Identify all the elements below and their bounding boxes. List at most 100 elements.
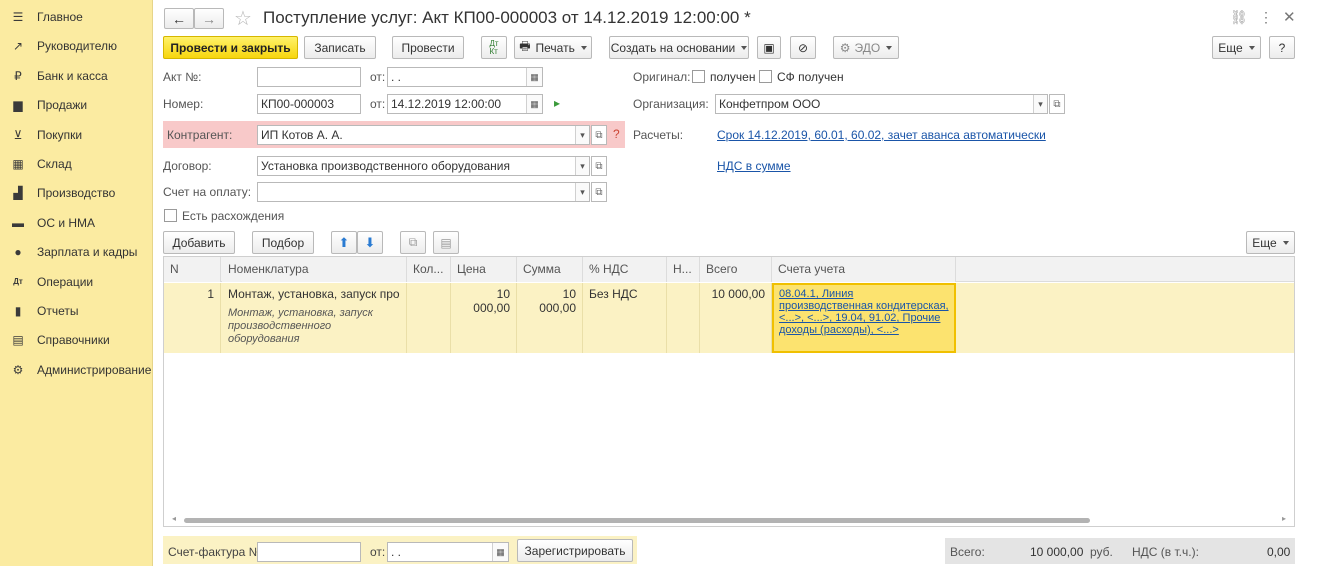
sf-received-checkbox[interactable] [759,70,772,83]
column-header-n[interactable]: N [164,257,221,282]
sidebar-item-label: Администрирование [37,362,152,377]
open-contractor-button[interactable]: ⧉ [591,125,607,145]
sidebar-item-label: Справочники [37,333,110,348]
scroll-right-icon[interactable]: ▸ [1282,514,1286,523]
scrollbar-thumb[interactable] [184,518,1090,523]
column-header-total[interactable]: Всего [700,257,772,282]
more-button[interactable]: Еще [1212,36,1261,59]
column-header-qty[interactable]: Кол... [407,257,451,282]
sidebar-item[interactable]: ☰ Главное [0,4,153,30]
sidebar-item[interactable]: ▦ Склад [0,151,153,177]
pick-button[interactable]: Подбор [252,231,314,254]
column-header-item[interactable]: Номенклатура [222,257,407,282]
dropdown-icon[interactable]: ▾ [575,157,589,175]
item-description: Монтаж, установка, запуск производственн… [228,307,373,345]
contractor-field[interactable]: ИП Котов А. А. ▾ [257,125,590,145]
open-invoice-button[interactable]: ⧉ [591,182,607,202]
table-more-button[interactable]: Еще [1246,231,1295,254]
organization-field[interactable]: Конфетпром ООО ▾ [715,94,1048,114]
bar-chart-icon: ▮ [14,304,22,318]
sf-date-field[interactable]: . . ▦ [387,542,509,562]
close-icon[interactable]: ✕ [1283,8,1296,26]
total-label: Всего: [950,545,985,559]
discrepancy-label: Есть расхождения [182,209,285,223]
add-row-button[interactable]: Добавить [163,231,235,254]
paste-row-button[interactable]: ▤ [433,231,459,254]
sidebar-item[interactable]: ▆ Продажи [0,92,153,118]
number-field[interactable]: КП00-000003 [257,94,361,114]
settlements-link[interactable]: Срок 14.12.2019, 60.01, 60.02, зачет ава… [717,128,1046,142]
sidebar-item[interactable]: ▮ Отчеты [0,298,153,324]
sidebar-item-label: Банк и касса [37,68,108,83]
create-based-button[interactable]: Создать на основании [609,36,749,59]
more-label: Еще [1218,40,1243,55]
move-up-button[interactable]: ⬆ [331,231,357,254]
accounts-link[interactable]: 08.04.1, Линия производственная кондитер… [779,288,949,336]
column-header-accounts[interactable]: Счета учета [772,257,956,282]
act-number-field[interactable] [257,67,361,87]
horizontal-scrollbar[interactable]: ◂ ▸ [172,514,1286,524]
dropdown-icon[interactable]: ▾ [1033,95,1047,113]
post-and-close-button[interactable]: Провести и закрыть [163,36,298,59]
date-field[interactable]: 14.12.2019 12:00:00 ▦ [387,94,543,114]
act-date-field[interactable]: . . ▦ [387,67,543,87]
edo-button[interactable]: ⚙ ЭДО [833,36,899,59]
move-down-button[interactable]: ⬇ [357,231,383,254]
edo-label: ЭДО [854,40,881,55]
sidebar-item-label: Производство [37,186,116,201]
sidebar-item[interactable]: ▟ Производство [0,180,153,206]
dt-kt-button[interactable]: Дт Кт [481,36,507,59]
column-header-vat[interactable]: Н... [667,257,700,282]
act-number-label: Акт №: [163,70,202,84]
column-header-price[interactable]: Цена [451,257,517,282]
favorite-star-icon[interactable]: ☆ [234,6,252,31]
print-button[interactable]: 🖶 Печать [514,36,592,59]
contract-field[interactable]: Установка производственного оборудования… [257,156,590,176]
post-button[interactable]: Провести [392,36,464,59]
link-icon[interactable]: ⛓ [1230,9,1248,26]
save-button[interactable]: Записать [304,36,376,59]
sidebar-item[interactable]: ↗ Руководителю [0,33,153,59]
dropdown-icon[interactable]: ▾ [575,126,589,144]
sidebar-item-label: Склад [37,157,72,171]
sidebar-item[interactable]: ⚙ Администрирование [0,357,153,383]
structure-button[interactable]: ▣ [757,36,781,59]
table-row[interactable]: 1 Монтаж, установка, запуск произ... Мон… [164,283,1294,353]
dropdown-icon[interactable]: ▾ [575,183,589,201]
sidebar-item[interactable]: ▬ ОС и НМА [0,210,153,236]
sidebar-item[interactable]: ₽ Банк и касса [0,63,153,89]
register-button[interactable]: Зарегистрировать [517,539,633,562]
calendar-icon[interactable]: ▦ [526,68,542,86]
sidebar-item[interactable]: Дт Операции [0,269,153,295]
scroll-left-icon[interactable]: ◂ [172,514,176,523]
cell-accounts[interactable]: 08.04.1, Линия производственная кондитер… [772,283,956,353]
invoice-field[interactable]: ▾ [257,182,590,202]
open-contract-button[interactable]: ⧉ [591,156,607,176]
invoice-label: Счет на оплату: [163,185,252,199]
open-icon: ⧉ [1053,98,1061,110]
column-header-vat-rate[interactable]: % НДС [583,257,667,282]
calendar-icon[interactable]: ▦ [492,543,508,561]
vat-mode-link[interactable]: НДС в сумме [717,159,791,173]
back-button[interactable]: ← [164,8,194,29]
sidebar-item[interactable]: ▤ Справочники [0,327,153,353]
help-button[interactable]: ? [1269,36,1295,59]
help-question-icon[interactable]: ? [613,127,620,141]
total-value: 10 000,00 [1030,545,1084,559]
calendar-icon[interactable]: ▦ [526,95,542,113]
sidebar-item[interactable]: ⊻ Покупки [0,122,153,148]
discrepancy-checkbox[interactable] [164,209,177,222]
open-organization-button[interactable]: ⧉ [1049,94,1065,114]
sf-number-field[interactable] [257,542,361,562]
forward-button[interactable]: → [194,8,224,29]
column-header-sum[interactable]: Сумма [517,257,583,282]
received-checkbox[interactable] [692,70,705,83]
sidebar-item[interactable]: ● Зарплата и кадры [0,239,153,265]
attach-button[interactable]: ⊘ [790,36,816,59]
paperclip-icon: ⊘ [797,40,809,55]
copy-row-button[interactable]: ⧉ [400,231,426,254]
sidebar-item-label: Покупки [37,127,83,142]
act-date-label: от: [370,70,386,84]
more-vert-icon[interactable]: ⋮ [1259,9,1273,26]
settlements-label: Расчеты: [633,128,684,142]
